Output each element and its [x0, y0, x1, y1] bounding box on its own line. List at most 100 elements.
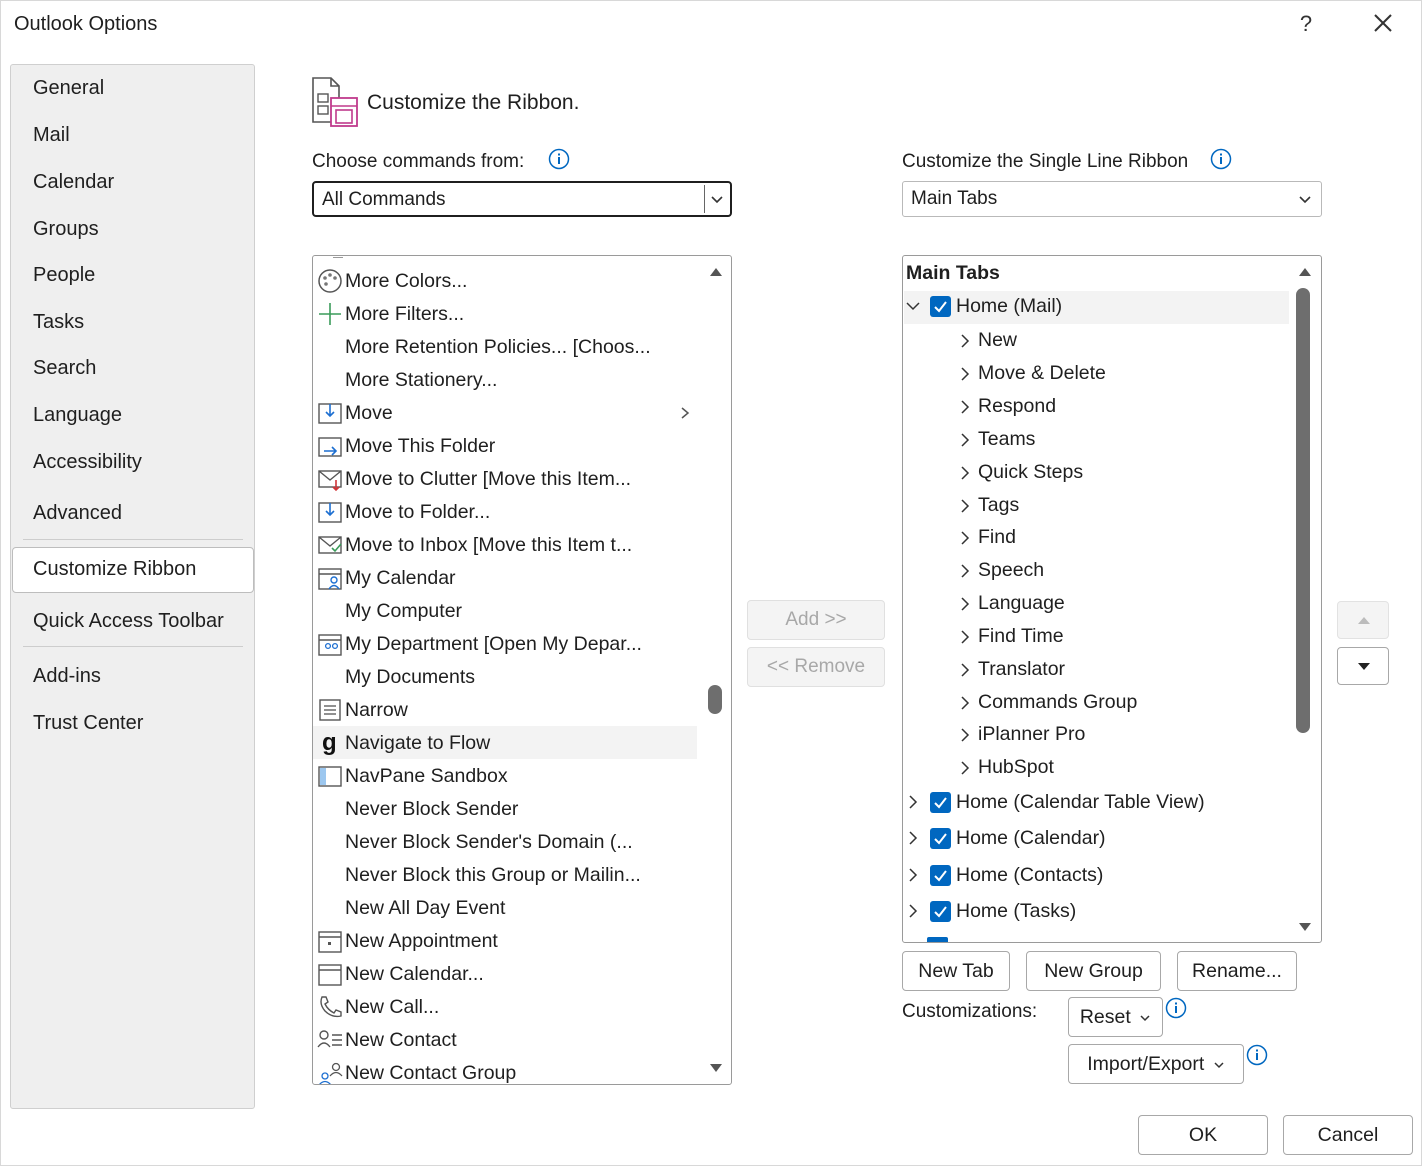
remove-button[interactable]: << Remove: [747, 647, 885, 687]
chevron-right-icon[interactable]: [906, 795, 920, 809]
list-item[interactable]: Never Block this Group or Mailin...: [313, 858, 697, 891]
chevron-right-icon[interactable]: [958, 399, 972, 415]
chevron-right-icon[interactable]: [958, 498, 972, 514]
chevron-right-icon[interactable]: [906, 831, 920, 845]
info-icon[interactable]: [1210, 148, 1232, 170]
list-item[interactable]: New Contact: [313, 1023, 697, 1056]
cancel-button[interactable]: Cancel: [1283, 1115, 1413, 1155]
chevron-right-icon[interactable]: [958, 563, 972, 579]
nav-item-customize-ribbon[interactable]: Customize Ribbon: [33, 558, 196, 581]
chevron-right-icon[interactable]: [958, 366, 972, 382]
list-item[interactable]: Move This Folder: [313, 429, 697, 462]
info-icon[interactable]: [1165, 997, 1187, 1019]
list-item[interactable]: Move to Folder...: [313, 495, 697, 528]
tree-tab[interactable]: Home (Calendar): [906, 822, 1286, 855]
list-item[interactable]: New Contact Group: [313, 1056, 697, 1084]
list-item[interactable]: My Department [Open My Depar...: [313, 627, 697, 660]
scroll-up-icon[interactable]: [1297, 265, 1313, 279]
chevron-right-icon[interactable]: [958, 662, 972, 678]
ok-button[interactable]: OK: [1138, 1115, 1268, 1155]
tree-tab[interactable]: Home (Contacts): [906, 859, 1286, 892]
chevron-right-icon[interactable]: [958, 760, 972, 776]
commands-list[interactable]: More Colors... More Filters... More Rete…: [312, 255, 732, 1085]
nav-item-tasks[interactable]: Tasks: [33, 311, 84, 334]
nav-item-calendar[interactable]: Calendar: [33, 171, 114, 194]
list-item[interactable]: Never Block Sender: [313, 792, 697, 825]
nav-item-general[interactable]: General: [33, 77, 104, 100]
checkbox-checked[interactable]: [930, 792, 951, 813]
nav-item-trust-center[interactable]: Trust Center: [33, 712, 143, 735]
list-item[interactable]: New All Day Event: [313, 891, 697, 924]
info-icon[interactable]: [1246, 1044, 1268, 1066]
new-group-button[interactable]: New Group: [1026, 951, 1161, 991]
chevron-right-icon[interactable]: [958, 596, 972, 612]
dropdown-arrow[interactable]: [704, 185, 728, 213]
info-icon[interactable]: [548, 148, 570, 170]
contact-group-icon: [319, 1062, 343, 1084]
nav-item-quick-access-toolbar[interactable]: Quick Access Toolbar: [33, 610, 224, 633]
chevron-right-icon[interactable]: [958, 695, 972, 711]
chevron-right-icon[interactable]: [906, 868, 920, 882]
chevron-right-icon[interactable]: [958, 727, 972, 743]
list-item[interactable]: My Documents: [313, 660, 697, 693]
chevron-right-icon[interactable]: [958, 530, 972, 546]
choose-commands-dropdown[interactable]: All Commands: [312, 181, 732, 217]
chevron-right-icon[interactable]: [906, 904, 920, 918]
tree-tab[interactable]: Home (Calendar Table View): [906, 786, 1286, 819]
scrollbar-thumb[interactable]: [1296, 288, 1310, 733]
scroll-down-icon[interactable]: [708, 1061, 724, 1075]
list-item[interactable]: g Navigate to Flow: [313, 726, 697, 759]
chevron-right-icon[interactable]: [958, 629, 972, 645]
list-item[interactable]: More Filters...: [313, 297, 697, 330]
nav-item-add-ins[interactable]: Add-ins: [33, 665, 101, 688]
new-tab-button[interactable]: New Tab: [902, 951, 1010, 991]
checkbox-checked[interactable]: [930, 828, 951, 849]
nav-item-advanced[interactable]: Advanced: [33, 502, 122, 525]
list-item[interactable]: My Calendar: [313, 561, 697, 594]
list-item[interactable]: Narrow: [313, 693, 697, 726]
chevron-right-icon[interactable]: [958, 432, 972, 448]
add-button[interactable]: Add >>: [747, 600, 885, 640]
list-item[interactable]: More Retention Policies... [Choos...: [313, 330, 697, 363]
list-item[interactable]: My Computer: [313, 594, 697, 627]
move-down-button[interactable]: [1337, 647, 1389, 685]
scroll-down-icon[interactable]: [1297, 920, 1313, 934]
list-item[interactable]: NavPane Sandbox: [313, 759, 697, 792]
checkbox-checked[interactable]: [930, 865, 951, 886]
customize-ribbon-icon: [309, 76, 361, 130]
nav-item-mail[interactable]: Mail: [33, 124, 70, 147]
import-export-button[interactable]: Import/Export: [1068, 1044, 1244, 1084]
move-up-button[interactable]: [1337, 601, 1389, 639]
nav-item-people[interactable]: People: [33, 264, 95, 287]
tree-group-label: Speech: [978, 559, 1045, 581]
list-item[interactable]: New Calendar...: [313, 957, 697, 990]
ribbon-tabs-tree[interactable]: Main Tabs Home (Mail) New Move & Delete …: [902, 255, 1322, 943]
list-item[interactable]: New Appointment: [313, 924, 697, 957]
nav-item-groups[interactable]: Groups: [33, 218, 99, 241]
tree-tab[interactable]: Home (Tasks): [906, 895, 1286, 928]
move-to-folder-icon: [318, 502, 342, 523]
ribbon-tabs-dropdown[interactable]: Main Tabs: [902, 181, 1322, 217]
reset-button[interactable]: Reset: [1068, 997, 1163, 1037]
nav-item-language[interactable]: Language: [33, 404, 122, 427]
help-button[interactable]: ?: [1291, 9, 1321, 39]
scroll-up-icon[interactable]: [708, 265, 724, 279]
list-item[interactable]: Move: [313, 396, 697, 429]
checkbox-checked[interactable]: [930, 901, 951, 922]
scrollbar-thumb[interactable]: [708, 685, 722, 714]
nav-item-search[interactable]: Search: [33, 357, 96, 380]
rename-button[interactable]: Rename...: [1177, 951, 1297, 991]
list-item[interactable]: Move to Inbox [Move this Item t...: [313, 528, 697, 561]
close-button[interactable]: [1366, 9, 1400, 39]
list-item[interactable]: New Call...: [313, 990, 697, 1023]
nav-item-accessibility[interactable]: Accessibility: [33, 451, 142, 474]
chevron-right-icon[interactable]: [958, 333, 972, 349]
list-item[interactable]: Never Block Sender's Domain (...: [313, 825, 697, 858]
list-item[interactable]: More Stationery...: [313, 363, 697, 396]
list-item[interactable]: More Colors...: [313, 264, 697, 297]
chevron-right-icon[interactable]: [958, 465, 972, 481]
chevron-down-icon[interactable]: [906, 299, 920, 313]
checkbox-checked[interactable]: [930, 296, 951, 317]
list-item[interactable]: Move to Clutter [Move this Item...: [313, 462, 697, 495]
tree-tab-home-mail[interactable]: Home (Mail): [906, 290, 1286, 323]
